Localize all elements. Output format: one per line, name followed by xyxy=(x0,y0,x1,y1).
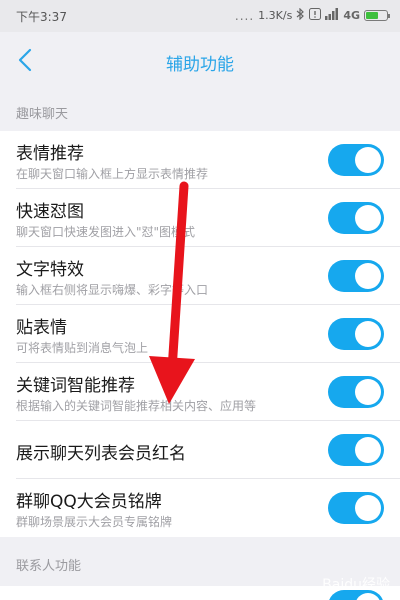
nav-header: 辅助功能 xyxy=(0,32,400,88)
status-time: 下午3:37 xyxy=(16,10,67,24)
row-title: 关键词智能推荐 xyxy=(16,376,135,396)
text-effects-toggle[interactable] xyxy=(328,260,384,292)
row-title: 表情推荐 xyxy=(16,144,84,164)
toggle-knob xyxy=(355,593,381,600)
row-title: 贴表情 xyxy=(16,318,67,338)
battery-icon xyxy=(364,10,390,21)
watermark-text: Baidu经验 xyxy=(322,577,390,593)
row-desc: 在聊天窗口输入框上方显示表情推荐 xyxy=(16,167,209,181)
quick-image-toggle[interactable] xyxy=(328,202,384,234)
row-title: 群聊QQ大会员铭牌 xyxy=(16,492,162,512)
row-desc: 根据输入的关键词智能推荐相关内容、应用等 xyxy=(16,399,257,413)
setting-row-quick-image[interactable]: 快速怼图 聊天窗口快速发图进入"怼"图模式 xyxy=(0,189,400,247)
network-speed: 1.3K/s xyxy=(258,9,293,22)
bluetooth-icon xyxy=(296,7,305,23)
row-desc: 输入框右侧将显示嗨爆、彩字等入口 xyxy=(16,283,209,297)
toggle-knob xyxy=(355,379,381,405)
vip-red-name-toggle[interactable] xyxy=(328,434,384,466)
setting-row-keyword-recommend[interactable]: 关键词智能推荐 根据输入的关键词智能推荐相关内容、应用等 xyxy=(0,363,400,421)
setting-row-text-effects[interactable]: 文字特效 输入框右侧将显示嗨爆、彩字等入口 xyxy=(0,247,400,305)
signal-bars-icon xyxy=(325,8,339,23)
setting-row-vip-red-name[interactable]: 展示聊天列表会员红名 xyxy=(0,421,400,479)
sticker-toggle[interactable] xyxy=(328,318,384,350)
toggle-knob xyxy=(355,263,381,289)
notification-dots: .... xyxy=(234,8,255,23)
setting-row-group-vip-badge[interactable]: 群聊QQ大会员铭牌 群聊场景展示大会员专属铭牌 xyxy=(0,479,400,537)
status-icons: .... 1.3K/s 4G xyxy=(234,7,390,23)
keyword-recommend-toggle[interactable] xyxy=(328,376,384,408)
emoji-recommend-toggle[interactable] xyxy=(328,144,384,176)
setting-row-sticker[interactable]: 贴表情 可将表情贴到消息气泡上 xyxy=(0,305,400,363)
toggle-knob xyxy=(355,321,381,347)
status-bar: 下午3:37 .... 1.3K/s 4G xyxy=(0,0,400,32)
group-vip-badge-toggle[interactable] xyxy=(328,492,384,524)
row-desc: 聊天窗口快速发图进入"怼"图模式 xyxy=(16,225,196,239)
setting-row-emoji-recommend[interactable]: 表情推荐 在聊天窗口输入框上方显示表情推荐 xyxy=(0,131,400,189)
signal-alert-icon xyxy=(309,8,322,23)
row-title: 文字特效 xyxy=(16,260,84,280)
row-desc: 群聊场景展示大会员专属铭牌 xyxy=(16,515,173,529)
toggle-knob xyxy=(355,495,381,521)
row-title: 快速怼图 xyxy=(16,202,84,222)
row-title: 展示聊天列表会员红名 xyxy=(16,444,186,464)
row-desc: 可将表情贴到消息气泡上 xyxy=(16,341,149,355)
toggle-knob xyxy=(355,147,381,173)
network-type: 4G xyxy=(343,9,360,22)
toggle-knob xyxy=(355,205,381,231)
section-title-fun-chat: 趣味聊天 xyxy=(0,98,400,132)
toggle-knob xyxy=(355,437,381,463)
watermark-logo: Baidu经验 xyxy=(322,574,390,594)
page-title: 辅助功能 xyxy=(166,55,234,75)
